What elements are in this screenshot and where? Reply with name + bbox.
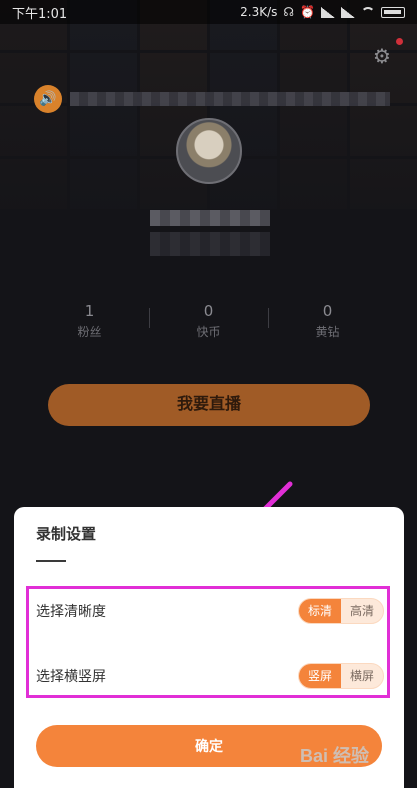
headphones-icon: ☊ xyxy=(283,5,295,19)
signal-icon xyxy=(321,6,335,18)
wifi-icon xyxy=(361,7,375,17)
orientation-toggle: 竖屏 横屏 xyxy=(298,663,384,689)
orientation-option-landscape[interactable]: 横屏 xyxy=(341,664,383,688)
stat-value: 0 xyxy=(322,302,333,320)
signal-icon xyxy=(341,6,355,18)
quality-toggle: 标清 高清 xyxy=(298,598,384,624)
stat-value: 0 xyxy=(203,302,214,320)
username-blurred xyxy=(150,210,270,226)
orientation-option-portrait[interactable]: 竖屏 xyxy=(299,664,341,688)
baidu-jingyan-watermark: Bai 经验 xyxy=(300,746,370,766)
stat-diamonds[interactable]: 0 黄钻 xyxy=(268,300,387,344)
stat-coins[interactable]: 0 快币 xyxy=(149,300,268,344)
settings-gear-icon[interactable]: ⚙ xyxy=(370,44,394,68)
orientation-label: 选择横竖屏 xyxy=(36,669,106,685)
notice-text-blurred xyxy=(70,92,390,106)
status-icons: 2.3K/s ☊ ⏰ xyxy=(240,5,405,19)
net-speed: 2.3K/s xyxy=(240,5,278,19)
quality-option-standard[interactable]: 标清 xyxy=(299,599,341,623)
alarm-icon: ⏰ xyxy=(300,5,315,19)
sheet-title: 录制设置 xyxy=(36,525,97,543)
quality-option-high[interactable]: 高清 xyxy=(341,599,383,623)
battery-icon xyxy=(381,6,405,18)
stat-label: 黄钻 xyxy=(315,325,340,339)
speaker-icon[interactable]: 🔊 xyxy=(34,85,62,113)
profile-stats: 1 粉丝 0 快币 0 黄钻 xyxy=(30,300,387,344)
stat-value: 1 xyxy=(84,302,95,320)
title-underline xyxy=(36,560,66,562)
stat-label: 粉丝 xyxy=(77,325,102,339)
quality-label: 选择清晰度 xyxy=(36,604,106,620)
user-id-blurred xyxy=(150,232,270,256)
stat-label: 快币 xyxy=(196,325,221,339)
orientation-setting-row: 选择横竖屏 竖屏 横屏 xyxy=(36,660,384,692)
status-time: 下午1:01 xyxy=(12,6,68,22)
avatar[interactable] xyxy=(176,118,242,184)
status-bar: 下午1:01 2.3K/s ☊ ⏰ xyxy=(0,0,417,24)
go-live-button[interactable]: 我要直播 xyxy=(48,384,370,426)
quality-setting-row: 选择清晰度 标清 高清 xyxy=(36,595,384,627)
notification-dot xyxy=(396,38,403,45)
stat-fans[interactable]: 1 粉丝 xyxy=(30,300,149,344)
